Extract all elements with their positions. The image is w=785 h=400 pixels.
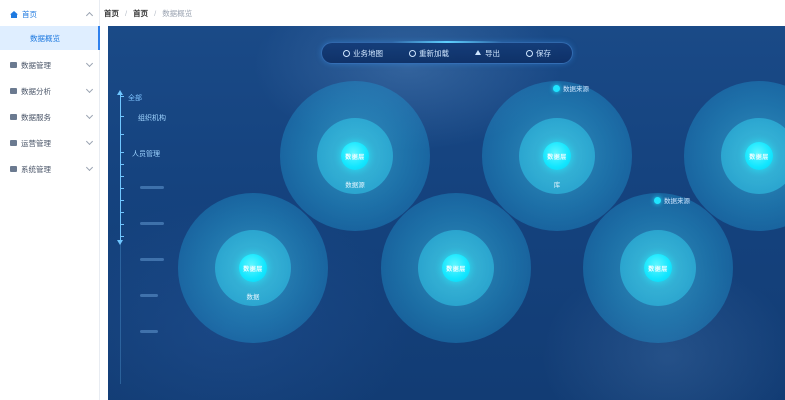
status-dot-icon [553,84,560,92]
node-caption: 库 [553,182,561,189]
save-icon [526,49,533,57]
timeline-tick [120,176,124,177]
sidebar-item-label: 数据分析 [21,86,51,96]
node-core: 数据层 [644,254,672,282]
sidebar-item-label: 数据管理 [21,60,51,70]
node-core: 数据层 [543,142,571,170]
node-core-label: 数据层 [749,155,769,161]
node-caption: 数据 [246,294,260,301]
chevron-down-icon [85,85,94,94]
timeline-entry[interactable] [140,222,164,225]
map-node[interactable]: 数据层 数据 [178,193,328,343]
timeline-entry[interactable] [140,258,164,261]
node-core-label: 数据层 [547,155,567,161]
map-node[interactable]: 数据层 库 [482,81,632,231]
map-toolbar: 业务地图 重新加载 导出 保存 [321,41,573,64]
node-core-label: 数据层 [446,267,466,273]
sidebar-home-label: 首页 [22,9,37,19]
chevron-down-icon [85,163,94,172]
node-badge[interactable]: 数据来源 [553,83,589,93]
map-node[interactable]: 数据层 [583,193,733,343]
database-icon [10,62,17,68]
node-badge-label: 数据来源 [563,86,589,93]
settings-icon [10,166,17,172]
toolbar-glow [392,41,502,43]
business-map-button[interactable]: 业务地图 [343,48,383,59]
node-core-label: 数据层 [243,267,263,273]
timeline-tick [120,116,124,117]
chevron-down-icon [85,59,94,68]
toolbar-label: 业务地图 [353,48,383,58]
level-timeline: 全部 组织机构 人员管理 [117,90,180,384]
sidebar: 首页 数据概览 数据管理 数据分析 数据服务 运营管理 系统管理 [0,0,100,400]
sidebar-item-label: 数据服务 [21,112,51,122]
node-badge[interactable]: 数据来源 [654,195,690,205]
timeline-label[interactable]: 人员管理 [132,149,160,159]
timeline-label[interactable]: 全部 [128,93,142,103]
analysis-icon [10,88,17,94]
arrow-up-icon[interactable] [117,90,123,95]
sidebar-item-home[interactable]: 首页 [0,4,100,24]
sidebar-item-label: 系统管理 [21,164,51,174]
node-core: 数据层 [442,254,470,282]
node-core: 数据层 [745,142,773,170]
sidebar-item-label: 运营管理 [21,138,51,148]
timeline-tick [120,188,124,189]
status-dot-icon [654,196,661,204]
operations-icon [10,140,17,146]
save-button[interactable]: 保存 [526,48,551,59]
node-badge-label: 数据来源 [664,198,690,205]
timeline-entry[interactable] [140,330,158,333]
node-caption: 数据源 [345,182,365,189]
chevron-up-icon [85,11,94,20]
sidebar-item-2[interactable]: 数据分析 [0,81,100,101]
map-canvas[interactable]: 业务地图 重新加载 导出 保存 全部 组织机构 人员管理 数据层 数据源 数据层… [108,26,785,400]
breadcrumb-current: 数据概览 [162,8,193,18]
export-icon [475,49,482,57]
sidebar-item-5[interactable]: 系统管理 [0,159,100,179]
timeline-tick [120,164,124,165]
map-node[interactable]: 数据层 数据源 [280,81,430,231]
breadcrumb-separator: / [154,8,157,18]
timeline-tick [120,134,124,135]
timeline-tick [120,236,124,237]
toolbar-label: 重新加载 [419,48,449,58]
timeline-line-faint [120,242,121,384]
sidebar-item-4[interactable]: 运营管理 [0,133,100,153]
timeline-entry[interactable] [140,186,164,189]
timeline-tick [120,152,124,153]
node-core: 数据层 [239,254,267,282]
node-core-label: 数据层 [648,267,668,273]
breadcrumb: 首页 / 首页 / 数据概览 [100,0,785,26]
service-icon [10,114,17,120]
sidebar-subitem-label: 数据概览 [30,33,60,43]
chevron-down-icon [85,137,94,146]
breadcrumb-separator: / [125,8,128,18]
node-core-label: 数据层 [345,155,365,161]
chevron-down-icon [85,111,94,120]
timeline-tick [120,200,124,201]
toolbar-label: 导出 [485,48,500,58]
sidebar-item-1[interactable]: 数据管理 [0,55,100,75]
timeline-tick [120,96,124,97]
toolbar-label: 保存 [536,48,551,58]
breadcrumb-item[interactable]: 首页 [104,8,119,19]
refresh-icon [409,49,416,57]
sidebar-subitem-overview[interactable]: 数据概览 [0,26,100,50]
timeline-entry[interactable] [140,294,158,297]
reload-button[interactable]: 重新加载 [409,48,449,59]
node-core: 数据层 [341,142,369,170]
export-button[interactable]: 导出 [475,48,500,59]
map-node[interactable]: 数据层 [381,193,531,343]
home-icon [10,10,18,18]
breadcrumb-item[interactable]: 首页 [133,8,148,19]
gear-icon [343,49,350,57]
timeline-tick [120,212,124,213]
sidebar-item-3[interactable]: 数据服务 [0,107,100,127]
timeline-label[interactable]: 组织机构 [138,113,166,123]
timeline-tick [120,224,124,225]
arrow-down-icon[interactable] [117,240,123,245]
